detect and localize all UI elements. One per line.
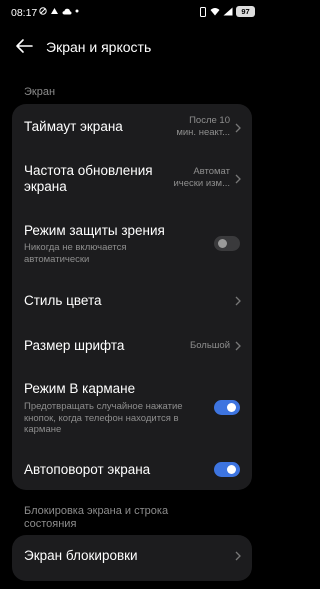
row-title: Размер шрифта [24,338,125,353]
dnd-icon [200,6,206,17]
row-subtitle: Предотвращать случайное нажатие кнопок, … [24,401,183,435]
lock-settings-card: Экран блокировки [12,535,252,581]
chevron-right-icon [235,296,241,306]
row-title: Режим В кармане [24,381,136,396]
row-font-size[interactable]: Размер шрифта Большой [12,318,252,372]
back-arrow-icon[interactable] [14,38,34,54]
row-pocket-mode[interactable]: Режим В кармане Предотвращать случайное … [12,372,252,452]
app-bar: Экран и яркость [0,30,265,64]
row-lock-screen[interactable]: Экран блокировки [12,535,252,581]
status-time: 08:17 [11,7,38,19]
row-value: После 10 мин. неакт... [176,115,230,138]
chevron-right-icon [235,551,241,561]
row-color-style[interactable]: Стиль цвета [12,272,252,318]
page-title: Экран и яркость [46,39,152,55]
row-title: Автоповорот экрана [24,462,151,477]
wifi-icon [210,8,220,16]
row-subtitle: Никогда не включается автоматически [24,242,127,265]
row-title: Стиль цвета [24,293,102,308]
row-title: Таймаут экрана [24,119,123,134]
row-title: Частота обновления экрана [24,163,153,194]
section-label-lock: Блокировка экрана и строка состояния [24,505,169,530]
dot-icon [75,9,79,13]
battery-icon: 97 [236,6,255,17]
notification-icons [39,7,79,15]
row-title: Режим защиты зрения [24,223,165,238]
auto-rotate-toggle[interactable] [214,462,240,477]
system-icons: 97 [199,6,255,17]
eye-protection-toggle[interactable] [214,236,240,251]
row-value: Большой [189,340,230,351]
chevron-right-icon [235,123,241,133]
mute-icon [39,7,47,15]
row-eye-protection[interactable]: Режим защиты зрения Никогда не включаетс… [12,208,252,272]
chevron-right-icon [235,174,241,184]
screen-settings-card: Таймаут экрана После 10 мин. неакт... Ча… [12,104,252,490]
pocket-mode-toggle[interactable] [214,400,240,415]
row-auto-rotate[interactable]: Автоповорот экрана [12,452,252,490]
section-label-screen: Экран [24,86,56,98]
row-value: Автомат ически изм... [173,166,230,189]
signal-icon [223,7,233,16]
cloud-icon [62,8,72,14]
chevron-right-icon [235,341,241,351]
status-bar: 08:17 97 [0,0,265,26]
weather-icon [51,8,58,14]
row-screen-timeout[interactable]: Таймаут экрана После 10 мин. неакт... [12,104,252,150]
row-title: Экран блокировки [24,548,138,563]
row-refresh-rate[interactable]: Частота обновления экрана Автомат ически… [12,150,252,208]
